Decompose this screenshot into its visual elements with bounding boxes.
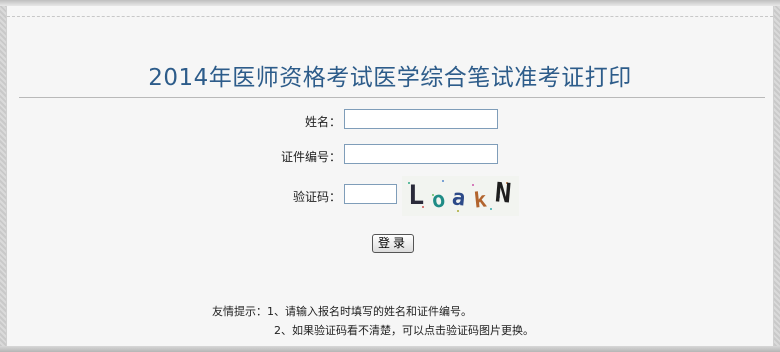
tip-line-1: 友情提示：1、请输入报名时填写的姓名和证件编号。	[212, 305, 472, 318]
captcha-char: N	[493, 177, 513, 210]
page-title: 2014年医师资格考试医学综合笔试准考证打印	[148, 65, 632, 91]
bottom-border	[0, 346, 780, 352]
name-input[interactable]	[344, 109, 498, 129]
title-divider	[19, 97, 765, 98]
name-label: 姓名：	[304, 115, 341, 129]
captcha-char: o	[430, 187, 447, 214]
id-number-label: 证件编号：	[280, 150, 341, 164]
captcha-noise	[490, 208, 492, 210]
captcha-input[interactable]	[344, 184, 397, 204]
captcha-char: k	[472, 187, 488, 213]
captcha-char: L	[408, 180, 425, 211]
captcha-noise	[442, 180, 444, 182]
captcha-label: 验证码：	[292, 190, 341, 204]
login-button[interactable]: 登录	[372, 234, 414, 253]
main-panel: 2014年医师资格考试医学综合笔试准考证打印 姓名： 证件编号： 验证码： L …	[6, 6, 774, 346]
tip-line-2: 2、如果验证码看不清楚，可以点击验证码图片更换。	[274, 324, 534, 337]
id-number-input[interactable]	[344, 144, 498, 164]
captcha-image[interactable]: L o a k N	[402, 176, 519, 216]
dashed-divider	[7, 16, 773, 17]
captcha-char: a	[450, 185, 467, 212]
captcha-noise	[472, 184, 474, 186]
